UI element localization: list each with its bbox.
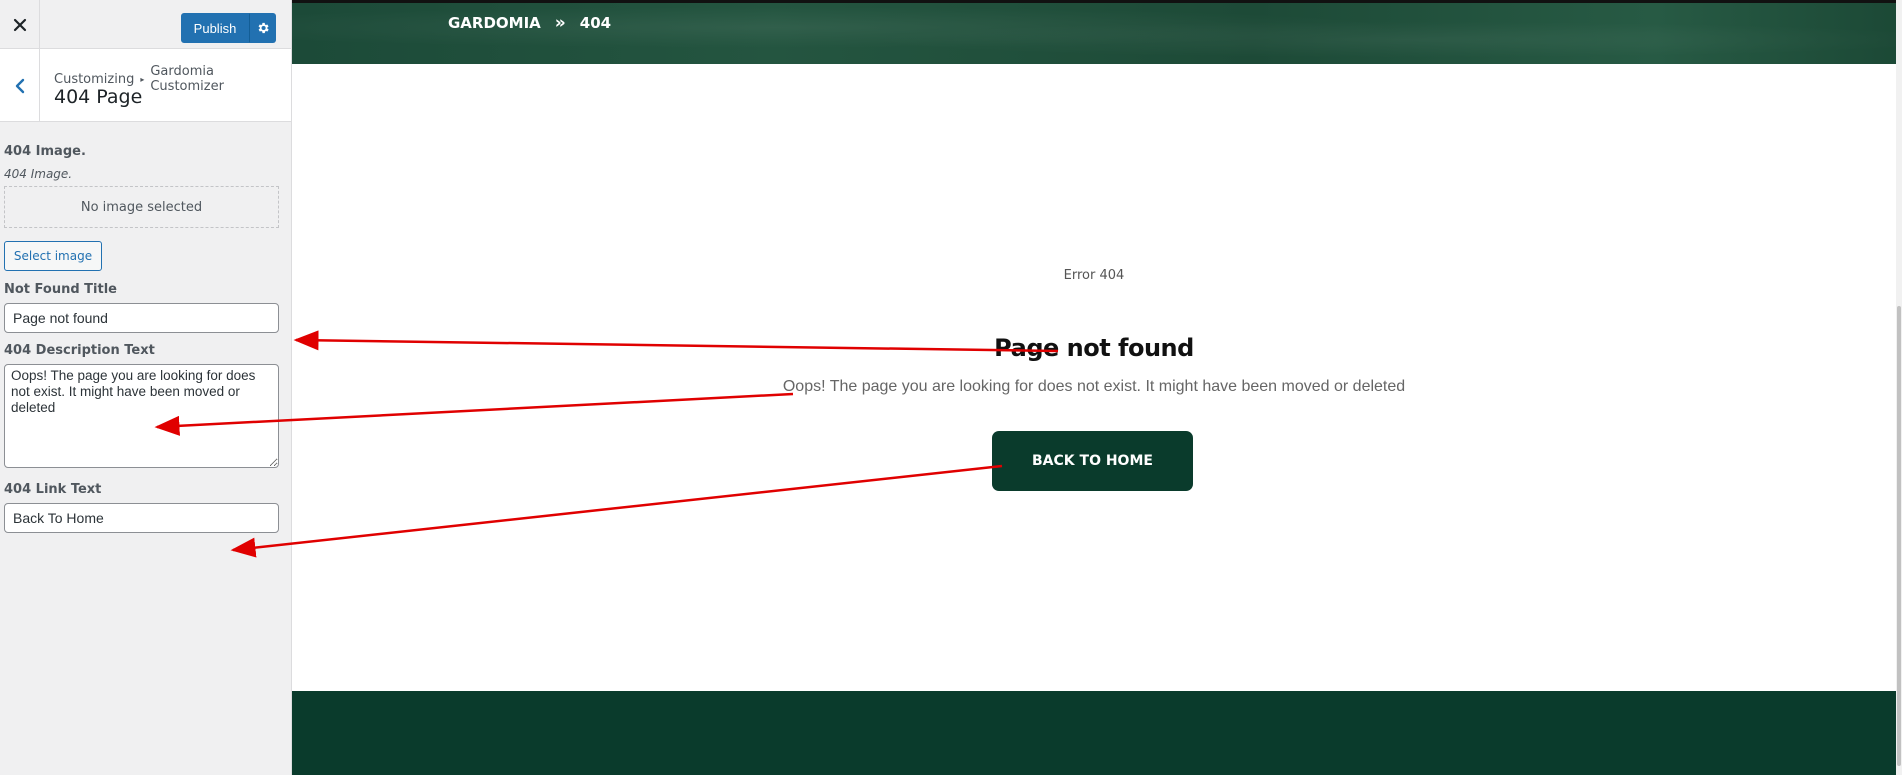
double-chevron-right-icon: »: [554, 13, 566, 33]
back-to-home-button[interactable]: BACK TO HOME: [992, 431, 1193, 491]
close-icon: [13, 18, 26, 31]
customizer-header: Publish: [0, 0, 291, 49]
customizer-sidebar: Publish Customizing ▸ Gardomia Customize…: [0, 0, 292, 775]
select-image-button[interactable]: Select image: [4, 241, 102, 271]
chevron-left-icon: [15, 78, 24, 93]
hero-breadcrumb: GARDOMIA » 404: [448, 13, 611, 33]
not-found-title: Page not found: [994, 334, 1194, 362]
page-hero-banner: GARDOMIA » 404: [292, 0, 1896, 64]
preview-scrollbar[interactable]: [1896, 0, 1902, 775]
customizer-controls: 404 Image. 404 Image. No image selected …: [4, 122, 280, 533]
publish-settings-button[interactable]: [249, 13, 276, 43]
image-placeholder: No image selected: [4, 186, 279, 228]
publish-group: Publish: [181, 13, 276, 43]
breadcrumb-parent: Gardomia Customizer: [150, 64, 224, 94]
back-button[interactable]: [0, 49, 40, 122]
publish-button[interactable]: Publish: [181, 13, 249, 43]
description-control-label: 404 Description Text: [4, 343, 155, 358]
link-text-input[interactable]: [4, 503, 279, 533]
breadcrumb-current: 404: [579, 14, 612, 32]
breadcrumb-home-link[interactable]: GARDOMIA: [448, 14, 541, 32]
not-found-title-input[interactable]: [4, 303, 279, 333]
image-control-label: 404 Image.: [4, 144, 86, 159]
gear-icon: [258, 22, 269, 34]
close-customizer-button[interactable]: [0, 0, 40, 49]
site-footer: [292, 691, 1896, 775]
section-header: Customizing ▸ Gardomia Customizer 404 Pa…: [0, 49, 291, 122]
triangle-right-icon: ▸: [140, 74, 145, 84]
not-found-description: Oops! The page you are looking for does …: [782, 378, 1406, 395]
title-control-label: Not Found Title: [4, 282, 117, 297]
breadcrumb-root: Customizing: [54, 71, 135, 87]
error-code: Error 404: [1063, 268, 1125, 283]
image-control-description: 404 Image.: [4, 167, 73, 181]
section-title: 404 Page: [54, 86, 143, 108]
site-preview: GARDOMIA » 404 Error 404 Page not found …: [292, 0, 1896, 775]
scrollbar-thumb[interactable]: [1897, 306, 1901, 766]
link-control-label: 404 Link Text: [4, 482, 102, 497]
description-textarea[interactable]: Oops! The page you are looking for does …: [4, 364, 279, 468]
